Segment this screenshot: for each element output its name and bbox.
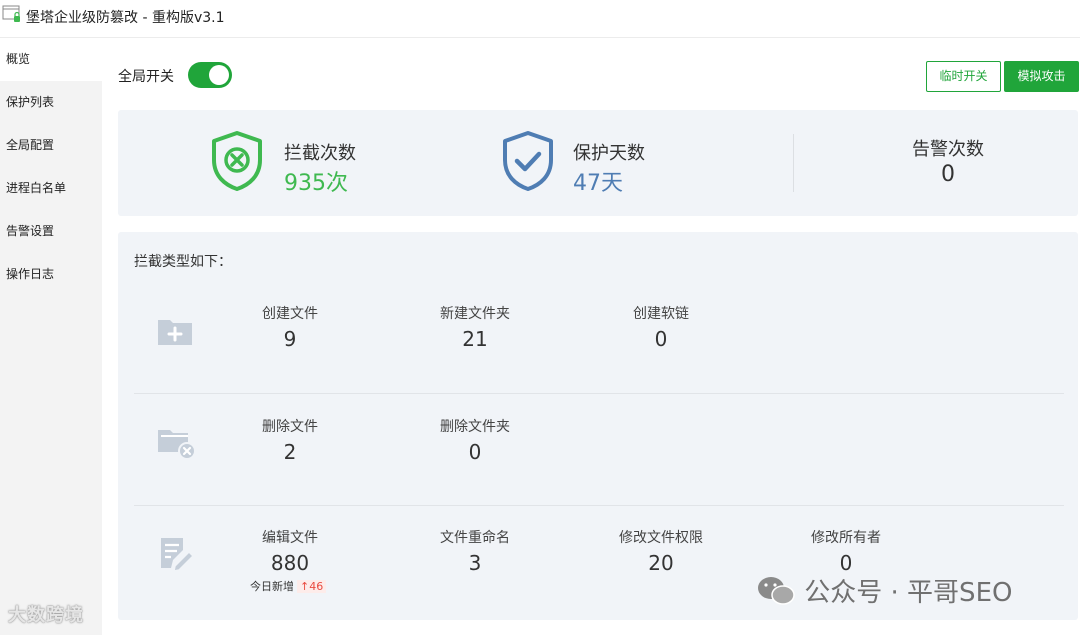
app-icon [2,5,20,22]
wechat-icon [758,576,795,605]
intercepts-value: 935次 [284,171,348,196]
type-item-change-owner: 修改所有者 0 [776,528,916,578]
sidebar-item-operation-log[interactable]: 操作日志 [0,253,102,296]
sidebar-item-process-whitelist[interactable]: 进程白名单 [0,167,102,210]
today-new-badge: 今日新增 ↑46 [250,578,327,594]
toggle-knob [209,65,229,85]
stats-divider [793,134,794,192]
global-switch-label: 全局开关 [118,69,174,85]
type-label: 修改文件权限 [619,530,703,546]
type-value: 9 [283,327,297,351]
shield-check-icon [503,131,553,191]
type-label: 修改所有者 [811,530,881,546]
type-item-new-folder: 新建文件夹 21 [405,304,545,354]
type-value: 20 [648,551,674,575]
type-item-delete-folder: 删除文件夹 0 [405,417,545,467]
shield-x-icon [212,131,262,191]
type-label: 编辑文件 [262,530,318,546]
type-item-create-symlink: 创建软链 0 [591,304,731,354]
type-label: 删除文件 [262,419,318,435]
today-delta: ↑46 [297,580,327,593]
folder-delete-icon [158,430,195,460]
temp-switch-button[interactable]: 临时开关 [926,61,1001,92]
alerts-label: 告警次数 [912,139,984,160]
watermark-right-text: 公众号 · 平哥SEO [804,578,1013,608]
type-label: 新建文件夹 [440,306,510,322]
types-heading: 拦截类型如下： [134,254,232,270]
type-item-change-permission: 修改文件权限 20 [591,528,731,578]
type-label: 删除文件夹 [440,419,510,435]
alerts-value: 0 [941,162,955,187]
watermark-right: 公众号 · 平哥SEO [756,572,1012,612]
intercepts-label: 拦截次数 [284,143,356,164]
type-item-create-file: 创建文件 9 [220,304,360,354]
type-label: 创建软链 [633,306,689,322]
global-switch-toggle[interactable] [188,62,232,88]
type-label: 创建文件 [262,306,318,322]
protect-days-label: 保护天数 [573,143,645,164]
window-title: 堡塔企业级防篡改 - 重构版v3.1 [26,10,225,26]
watermark-left: 大数跨境 [8,605,84,626]
today-label: 今日新增 [250,580,294,593]
type-label: 文件重命名 [440,530,510,546]
simulate-attack-button[interactable]: 模拟攻击 [1004,61,1079,92]
row-divider [134,505,1064,506]
type-value: 21 [462,327,488,351]
type-item-edit-file: 编辑文件 880 [220,528,360,578]
type-value: 880 [270,551,310,575]
sidebar-item-global-config[interactable]: 全局配置 [0,124,102,167]
row-divider [134,393,1064,394]
type-value: 0 [468,440,482,464]
type-value: 0 [654,327,668,351]
stats-card: 拦截次数 935次 保护天数 47天 告警次数 0 [118,110,1078,216]
type-value: 3 [468,551,482,575]
sidebar-item-alert-settings[interactable]: 告警设置 [0,210,102,253]
type-item-rename-file: 文件重命名 3 [405,528,545,578]
type-value: 2 [283,440,297,464]
sidebar-item-overview[interactable]: 概览 [0,38,102,81]
edit-file-icon [161,538,195,572]
type-item-delete-file: 删除文件 2 [220,417,360,467]
sidebar: 概览 保护列表 全局配置 进程白名单 告警设置 操作日志 [0,38,102,635]
title-bar: 堡塔企业级防篡改 - 重构版v3.1 [0,0,1080,38]
protect-days-value: 47天 [573,171,623,196]
intercept-types-card: 拦截类型如下： 创建文件 9 新建文件夹 21 创建软链 0 删除文件 2 删除… [118,232,1078,620]
folder-plus-icon [158,320,192,345]
sidebar-item-protect-list[interactable]: 保护列表 [0,81,102,124]
